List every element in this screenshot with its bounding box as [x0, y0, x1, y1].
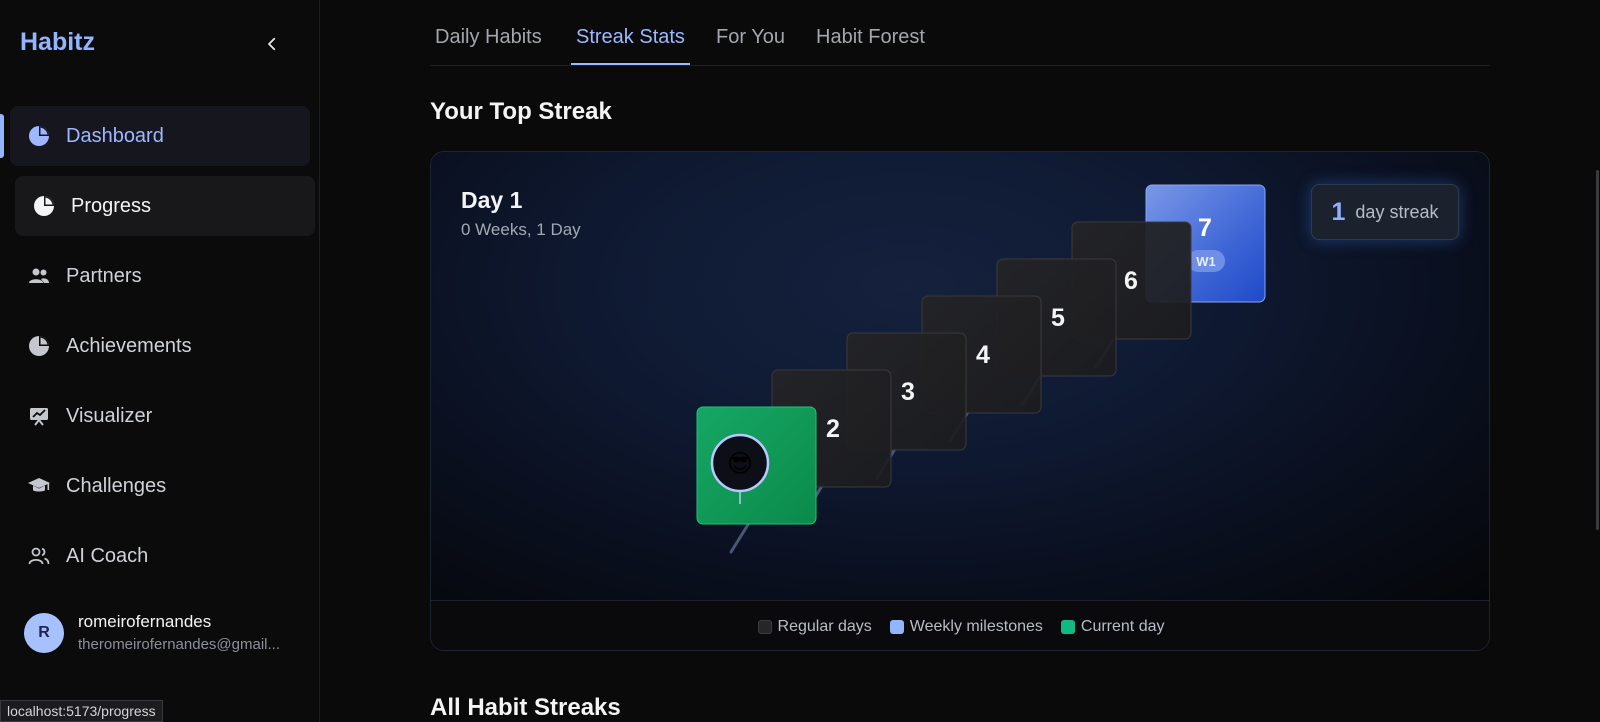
legend: Regular days Weekly milestones Current d… — [431, 600, 1489, 650]
user-name: romeirofernandes — [78, 612, 212, 631]
streak-label: day streak — [1355, 201, 1439, 222]
sidebar-item-label: AI Coach — [66, 544, 149, 567]
step-label: 4 — [976, 341, 990, 369]
avatar-emoji: 😎 — [727, 450, 753, 478]
milestone-badge: W1 — [1196, 254, 1216, 269]
status-bar-url: localhost:5173/progress — [0, 700, 163, 722]
legend-swatch — [889, 619, 904, 634]
streak-number: 1 — [1331, 197, 1346, 226]
sidebar-item-challenges[interactable]: Challenges — [10, 456, 310, 516]
user-info: romeirofernandes theromeirofernandes@gma… — [78, 612, 280, 653]
legend-label: Current day — [1080, 617, 1165, 635]
avatar: R — [24, 612, 64, 653]
pie-chart-icon — [26, 333, 52, 359]
legend-swatch — [1060, 619, 1075, 634]
step-label: 6 — [1124, 267, 1138, 295]
tab-daily-habits[interactable]: Daily Habits — [435, 26, 542, 63]
tab-streak-stats[interactable]: Streak Stats — [571, 26, 690, 65]
section-title-all-streaks: All Habit Streaks — [430, 694, 621, 721]
users-icon — [26, 263, 52, 289]
brand-logo[interactable]: Habitz — [20, 28, 95, 57]
sidebar-item-achievements[interactable]: Achievements — [10, 316, 310, 376]
presentation-icon — [26, 403, 52, 429]
legend-item-regular: Regular days — [757, 617, 872, 636]
main-content: Daily Habits Streak Stats For You Habit … — [320, 0, 1600, 722]
step-1-current: 😎 — [696, 406, 817, 525]
tab-for-you[interactable]: For You — [716, 26, 785, 63]
sidebar-nav: Dashboard Progress Partners Achievements — [0, 106, 320, 596]
legend-swatch — [757, 619, 772, 634]
sidebar-item-dashboard[interactable]: Dashboard — [0, 106, 310, 166]
legend-item-current: Current day — [1060, 617, 1165, 636]
top-streak-card: Day 1 0 Weeks, 1 Day 7 W1 6 5 4 3 2 😎 1 … — [430, 151, 1490, 651]
sidebar-item-ai-coach[interactable]: AI Coach — [10, 526, 310, 586]
streak-visual: Day 1 0 Weeks, 1 Day 7 W1 6 5 4 3 2 😎 1 … — [431, 152, 1489, 600]
user-profile[interactable]: R romeirofernandes theromeirofernandes@g… — [24, 612, 280, 653]
step-label: 5 — [1051, 304, 1065, 332]
user-email: theromeirofernandes@gmail... — [78, 636, 280, 653]
tab-habit-forest[interactable]: Habit Forest — [816, 26, 925, 63]
pie-chart-icon — [26, 123, 52, 149]
collapse-sidebar-button[interactable] — [258, 30, 286, 58]
sidebar-item-label: Dashboard — [66, 124, 164, 147]
sidebar-item-partners[interactable]: Partners — [10, 246, 310, 306]
sidebar-item-progress[interactable]: Progress — [15, 176, 315, 236]
legend-label: Regular days — [777, 617, 872, 635]
section-title-top-streak: Your Top Streak — [430, 98, 612, 125]
sidebar-item-label: Achievements — [66, 334, 192, 357]
sidebar: Habitz Dashboard Progress Partners Achie… — [0, 0, 320, 722]
streak-count-badge: 1 day streak — [1311, 184, 1459, 240]
chevron-left-icon — [268, 37, 276, 51]
step-label: 2 — [826, 415, 840, 443]
sidebar-item-label: Visualizer — [66, 404, 153, 427]
sidebar-item-label: Progress — [71, 194, 152, 217]
sidebar-item-label: Partners — [66, 264, 142, 287]
sidebar-item-label: Challenges — [66, 474, 167, 497]
graduation-cap-icon — [26, 473, 52, 499]
legend-label: Weekly milestones — [909, 617, 1043, 635]
users-outline-icon — [26, 543, 52, 569]
step-label: 7 — [1198, 214, 1212, 242]
pie-chart-icon — [31, 193, 57, 219]
scrollbar[interactable] — [1596, 170, 1599, 530]
app-root: Habitz Dashboard Progress Partners Achie… — [0, 0, 1600, 722]
tab-bar: Daily Habits Streak Stats For You Habit … — [430, 0, 1490, 66]
step-label: 3 — [901, 378, 915, 406]
legend-item-weekly: Weekly milestones — [889, 617, 1043, 636]
sidebar-item-visualizer[interactable]: Visualizer — [10, 386, 310, 446]
